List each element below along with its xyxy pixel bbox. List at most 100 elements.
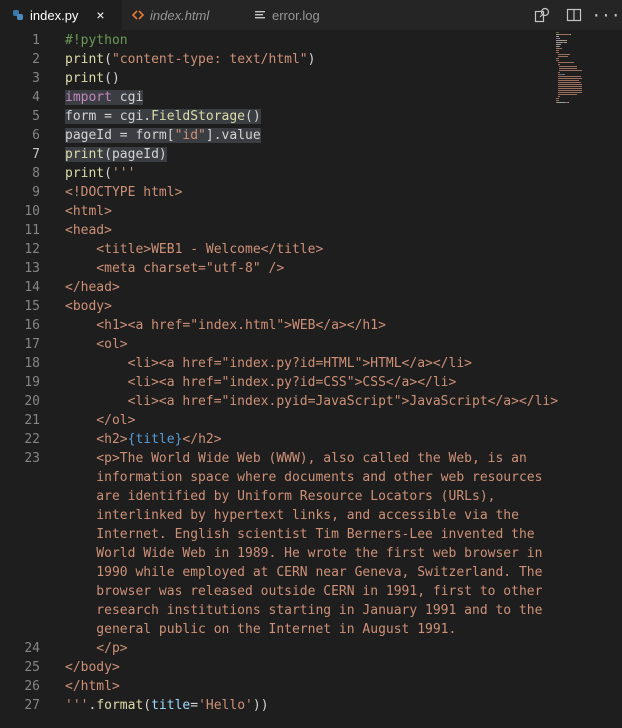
code-text: 1990 while employed at CERN near Geneva,… [65,563,542,582]
line-number: 26 [24,679,40,694]
code-line[interactable]: 5 form = cgi.FieldStorage() [0,107,622,126]
code-token: ''' [65,698,89,713]
minimap-line [559,46,560,47]
code-text: <html> [65,202,112,221]
code-token: print [65,147,105,162]
code-line[interactable]: general public on the Internet in August… [0,620,622,639]
code-line[interactable]: 26 </html> [0,677,622,696]
code-token: = [190,698,199,713]
code-token: <li><a href="index.pyid=JavaScript">Java… [65,394,559,409]
code-line[interactable]: 15 <body> [0,297,622,316]
code-line[interactable]: are identified by Uniform Resource Locat… [0,487,622,506]
code-text: <ol> [65,335,127,354]
code-token: interlinked by hypertext links, and acce… [65,508,519,523]
code-token: <!DOCTYPE html> [65,185,183,200]
code-text: #!python [65,31,128,50]
line-number: 25 [24,660,40,675]
code-line[interactable]: 3 print() [0,69,622,88]
code-text: </body> [65,658,120,677]
open-changes-icon[interactable] [526,0,558,30]
vertical-scrollbar[interactable] [608,30,622,728]
tab-index-py[interactable]: index.py × [0,0,122,30]
code-line[interactable]: 1 #!python [0,31,622,50]
code-line[interactable]: 24 </p> [0,639,622,658]
minimap-line [563,74,565,75]
code-line[interactable]: 11 <head> [0,221,622,240]
code-line[interactable]: 14 </head> [0,278,622,297]
line-number: 5 [32,109,40,124]
code-text: research institutions starting in Januar… [65,601,542,620]
code-editor[interactable]: 1 #!python 2 print("content-type: text/html… [0,30,622,728]
code-line[interactable]: 1990 while employed at CERN near Geneva,… [0,563,622,582]
code-token: cgi [111,90,144,105]
tab-label: index.py [30,7,79,23]
minimap-line [558,36,559,37]
code-line[interactable]: 19 <li><a href="index.py?id=CSS">CSS</a>… [0,373,622,392]
code-line[interactable]: 8 print(''' [0,164,622,183]
code-line[interactable]: Internet. English scientist Tim Berners-… [0,525,622,544]
tab-index-html[interactable]: index.html [122,0,240,30]
code-line[interactable]: research institutions starting in Januar… [0,601,622,620]
code-line[interactable]: 6 pageId = form["id"].value [0,126,622,145]
code-text: <body> [65,297,112,316]
code-line[interactable]: 23 <p>The World Wide Web (WWW), also cal… [0,449,622,468]
minimap-line [556,52,559,53]
code-line[interactable]: 13 <meta charset="utf-8" /> [0,259,622,278]
split-editor-icon[interactable] [558,0,590,30]
code-line[interactable]: 9 <!DOCTYPE html> [0,183,622,202]
code-line[interactable]: 17 <ol> [0,335,622,354]
minimap-line [558,84,582,85]
code-line[interactable]: interlinked by hypertext links, and acce… [0,506,622,525]
line-number: 8 [32,166,40,181]
code-line[interactable]: browser was released outside CERN in 199… [0,582,622,601]
code-token: () [245,109,261,124]
code-text: print() [65,69,120,88]
close-icon[interactable]: × [96,7,104,23]
code-token: () [104,71,120,86]
code-token: <li><a href="index.py?id=CSS">CSS</a></l… [65,375,457,390]
code-text: <li><a href="index.pyid=JavaScript">Java… [65,392,558,411]
code-token: research institutions starting in Januar… [65,603,543,618]
code-token: import [65,90,112,105]
code-token: #!python [65,33,128,48]
tab-error-log[interactable]: error.log [240,0,350,30]
code-line[interactable]: 12 <title>WEB1 - Welcome</title> [0,240,622,259]
code-line[interactable]: 16 <h1><a href="index.html">WEB</a></h1> [0,316,622,335]
code-text: browser was released outside CERN in 199… [65,582,542,601]
code-line[interactable]: 18 <li><a href="index.py?id=HTML">HTML</… [0,354,622,373]
code-line[interactable]: information space where documents and ot… [0,468,622,487]
tab-label: error.log [272,7,320,23]
code-line[interactable]: 25 </body> [0,658,622,677]
code-line[interactable]: 7 print(pageId) [0,145,622,164]
minimap-line [556,98,559,99]
minimap-line [566,40,567,41]
code-line[interactable]: 4 import cgi [0,88,622,107]
python-file-icon [12,9,24,21]
minimap-line [558,88,582,89]
code-line[interactable]: World Wide Web in 1989. He wrote the fir… [0,544,622,563]
code-token: </p> [65,641,128,656]
code-text: <!DOCTYPE html> [65,183,182,202]
code-token: 'Hello' [198,698,253,713]
minimap[interactable] [556,30,608,110]
more-actions-icon[interactable]: ··· [590,0,622,30]
code-line[interactable]: 27 '''.format(title='Hello')) [0,696,622,715]
code-token: <p>The World Wide Web (WWW), also called… [65,451,527,466]
minimap-line [558,80,579,81]
code-text: pageId = form["id"].value [65,126,261,145]
code-line[interactable]: 22 <h2>{title}</h2> [0,430,622,449]
code-line[interactable]: 21 </ol> [0,411,622,430]
editor-actions: ··· [526,0,622,30]
minimap-line [558,44,561,45]
minimap-line [558,78,582,79]
code-text: <p>The World Wide Web (WWW), also called… [65,449,527,468]
code-line[interactable]: 2 print("content-type: text/html") [0,50,622,69]
minimap-line [556,50,559,51]
line-number: 3 [32,71,40,86]
minimap-line [558,86,582,87]
code-line[interactable]: 10 <html> [0,202,622,221]
code-line[interactable]: 20 <li><a href="index.pyid=JavaScript">J… [0,392,622,411]
minimap-line [558,92,582,93]
code-token: <h1><a href="index.html">WEB</a></h1> [65,318,386,333]
code-text: <h1><a href="index.html">WEB</a></h1> [65,316,386,335]
